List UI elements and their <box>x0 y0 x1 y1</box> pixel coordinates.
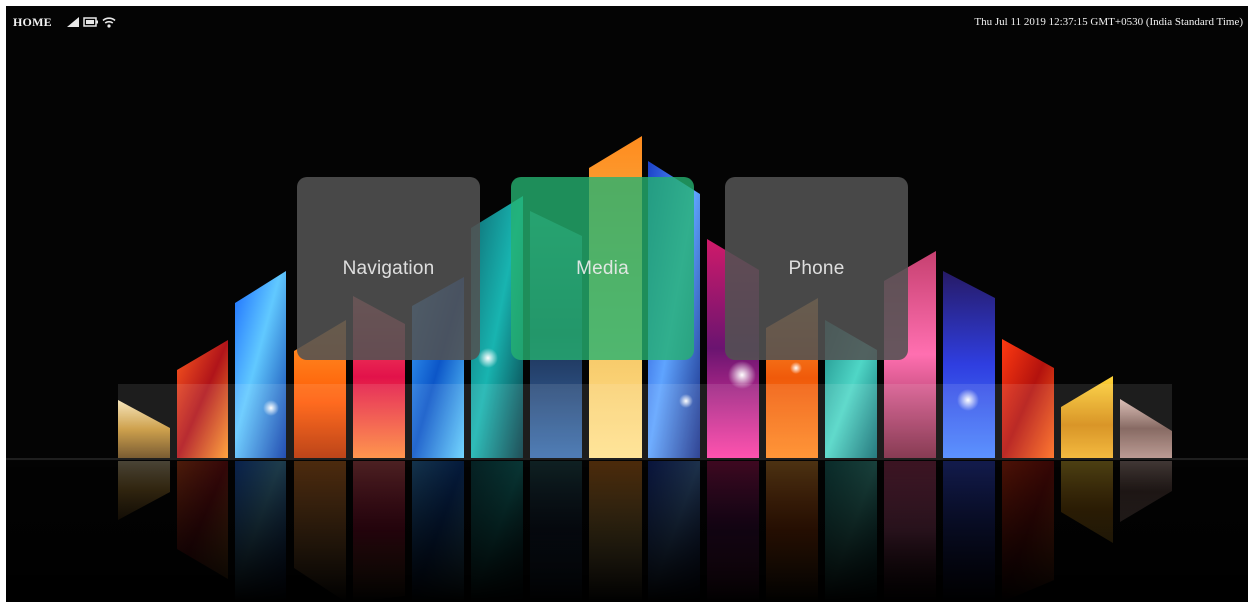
home-screen: HOME Thu Jul 11 2019 12:37:15 GMT+0530 (… <box>6 6 1248 602</box>
tile-phone-label: Phone <box>788 257 845 279</box>
wifi-icon <box>102 16 116 28</box>
tile-media-label: Media <box>576 257 629 279</box>
status-icons <box>66 14 116 28</box>
tile-navigation-label: Navigation <box>342 257 435 279</box>
battery-icon <box>83 16 99 28</box>
status-bar: HOME Thu Jul 11 2019 12:37:15 GMT+0530 (… <box>6 6 1248 36</box>
home-label: HOME <box>13 15 52 29</box>
signal-icon <box>66 16 80 28</box>
tile-media[interactable]: Media <box>511 177 694 360</box>
tile-phone[interactable]: Phone <box>725 177 908 360</box>
datetime-label: Thu Jul 11 2019 12:37:15 GMT+0530 (India… <box>974 16 1243 28</box>
tile-navigation[interactable]: Navigation <box>297 177 480 360</box>
